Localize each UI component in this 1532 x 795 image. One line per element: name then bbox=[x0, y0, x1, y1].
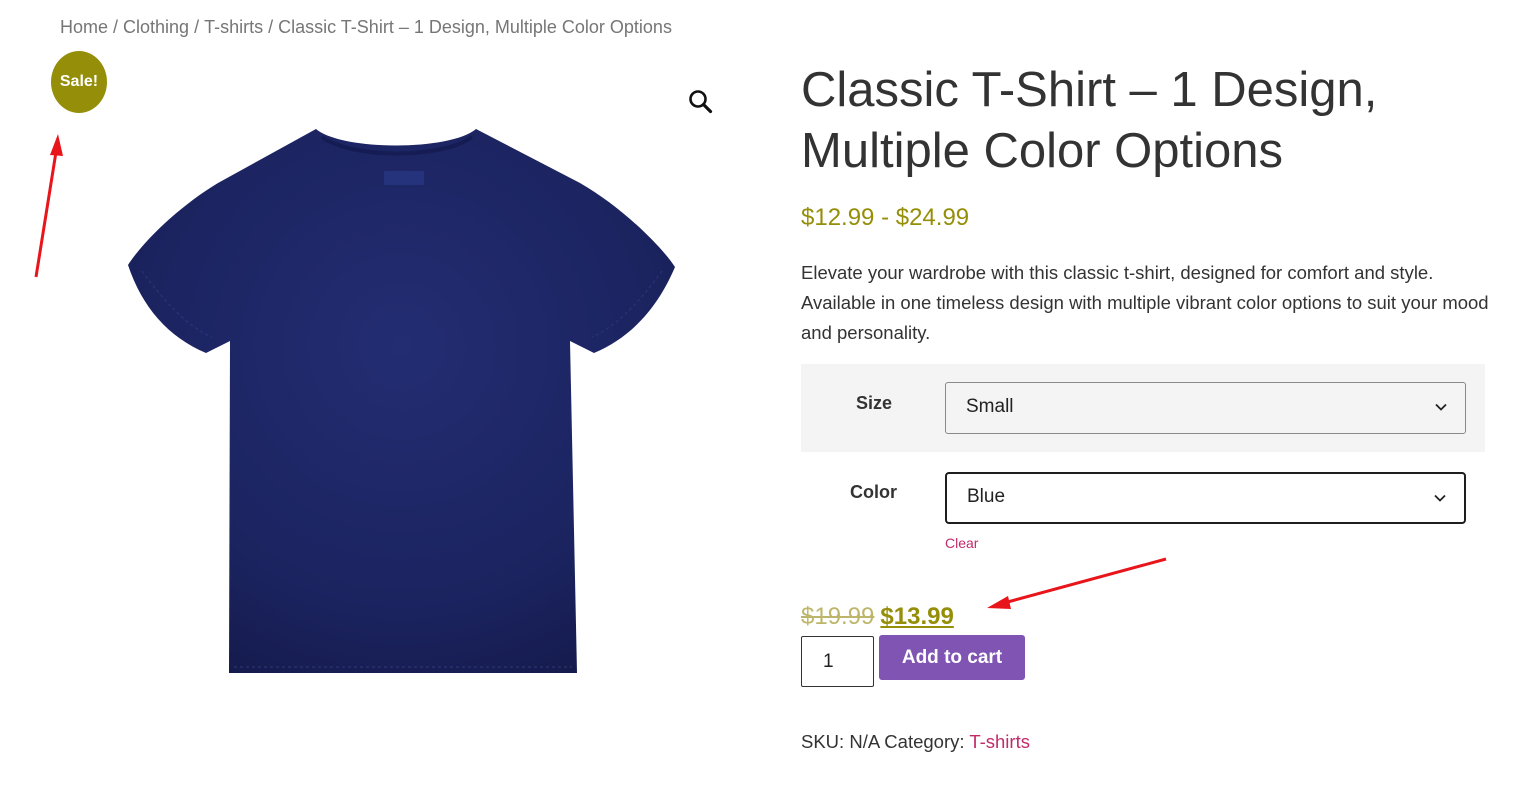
quantity-input[interactable]: 1 bbox=[801, 636, 874, 687]
sale-price: $13.99 bbox=[880, 603, 954, 630]
chevron-down-icon bbox=[1434, 494, 1446, 502]
breadcrumb-clothing-link[interactable]: Clothing bbox=[123, 17, 189, 37]
product-meta: SKU: N/A Category: T-shirts bbox=[801, 731, 1030, 753]
size-select[interactable]: Small bbox=[945, 382, 1466, 434]
category-label: Category: bbox=[884, 731, 965, 752]
category-link[interactable]: T-shirts bbox=[969, 731, 1030, 752]
breadcrumb-tshirts-link[interactable]: T-shirts bbox=[204, 17, 263, 37]
quantity-value: 1 bbox=[823, 651, 834, 672]
product-main-image bbox=[128, 129, 675, 673]
zoom-icon[interactable] bbox=[686, 87, 716, 117]
color-select[interactable]: Blue bbox=[945, 472, 1466, 524]
size-label: Size bbox=[856, 393, 893, 413]
sale-badge: Sale! bbox=[51, 51, 107, 113]
breadcrumb-separator: / bbox=[194, 17, 200, 37]
sku-label: SKU: bbox=[801, 731, 845, 752]
price-range: $12.99 - $24.99 bbox=[801, 204, 970, 231]
arrow-to-sale-price bbox=[987, 557, 1167, 609]
old-price: $19.99 bbox=[801, 603, 875, 630]
product-title: Classic T-Shirt – 1 Design, Multiple Col… bbox=[801, 63, 1378, 178]
arrow-to-sale-badge bbox=[34, 134, 63, 278]
size-select-value: Small bbox=[966, 396, 1014, 417]
variation-price: $19.99 $13.99 bbox=[801, 603, 954, 631]
product-description: Elevate your wardrobe with this classic … bbox=[801, 262, 1489, 343]
breadcrumb: Home / Clothing / T-shirts / Classic T-Shirt –… bbox=[60, 17, 672, 38]
color-label: Color bbox=[850, 482, 897, 502]
breadcrumb-separator: / bbox=[268, 17, 274, 37]
sku-value: N/A bbox=[849, 731, 880, 752]
breadcrumb-current: Classic T-Shirt – 1 Design, Multiple Col… bbox=[278, 17, 672, 37]
breadcrumb-home-link[interactable]: Home bbox=[60, 17, 108, 37]
chevron-down-icon bbox=[1435, 403, 1447, 411]
breadcrumb-separator: / bbox=[113, 17, 119, 37]
add-to-cart-button[interactable]: Add to cart bbox=[879, 635, 1025, 680]
color-select-value: Blue bbox=[967, 486, 1006, 507]
clear-variations-link[interactable]: Clear bbox=[945, 535, 978, 551]
